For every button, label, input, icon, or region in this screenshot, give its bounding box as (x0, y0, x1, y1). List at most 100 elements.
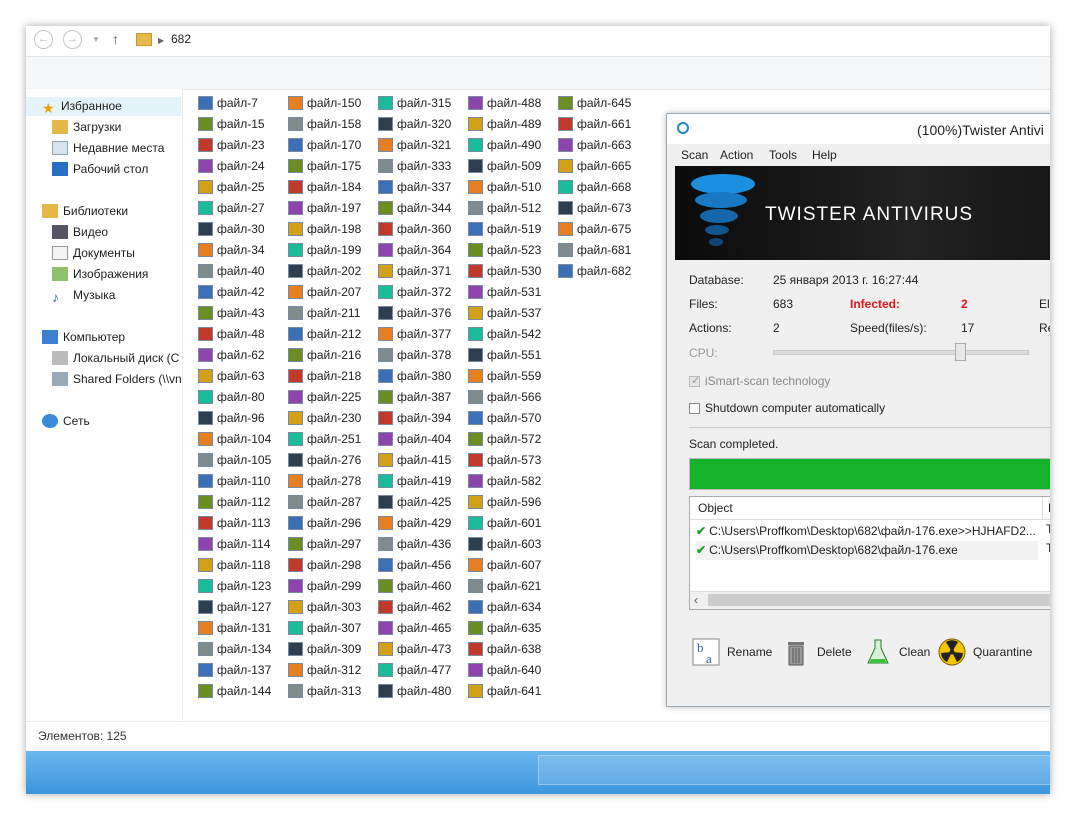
file-item[interactable]: файл-537 (468, 304, 541, 323)
file-item[interactable]: файл-640 (468, 661, 541, 680)
file-item[interactable]: файл-668 (558, 178, 631, 197)
breadcrumb-chevron-icon[interactable]: ▶ (158, 36, 164, 45)
file-item[interactable]: файл-315 (378, 94, 451, 113)
file-item[interactable]: файл-509 (468, 157, 541, 176)
file-item[interactable]: файл-682 (558, 262, 631, 281)
horizontal-scrollbar[interactable]: ‹ (690, 591, 1050, 609)
file-item[interactable]: файл-681 (558, 241, 631, 260)
file-item[interactable]: файл-473 (378, 640, 451, 659)
file-item[interactable]: файл-512 (468, 199, 541, 218)
file-item[interactable]: файл-15 (198, 115, 265, 134)
nav-desktop[interactable]: Рабочий стол (52, 160, 148, 179)
file-item[interactable]: файл-96 (198, 409, 265, 428)
file-item[interactable]: файл-425 (378, 493, 451, 512)
recent-locations-icon[interactable]: ▼ (92, 35, 100, 44)
file-item[interactable]: файл-665 (558, 157, 631, 176)
file-item[interactable]: файл-387 (378, 388, 451, 407)
file-item[interactable]: файл-251 (288, 430, 361, 449)
file-item[interactable]: файл-489 (468, 115, 541, 134)
file-item[interactable]: файл-394 (378, 409, 451, 428)
delete-button[interactable]: Delete (781, 637, 852, 673)
file-item[interactable]: файл-634 (468, 598, 541, 617)
file-item[interactable]: файл-48 (198, 325, 265, 344)
file-item[interactable]: файл-320 (378, 115, 451, 134)
file-item[interactable]: файл-490 (468, 136, 541, 155)
file-item[interactable]: файл-62 (198, 346, 265, 365)
file-item[interactable]: файл-287 (288, 493, 361, 512)
menu-help[interactable]: Help (812, 148, 837, 162)
file-item[interactable]: файл-23 (198, 136, 265, 155)
menu-tools[interactable]: Tools (769, 148, 797, 162)
file-item[interactable]: файл-523 (468, 241, 541, 260)
file-item[interactable]: файл-460 (378, 577, 451, 596)
file-item[interactable]: файл-225 (288, 388, 361, 407)
file-item[interactable]: файл-333 (378, 157, 451, 176)
file-item[interactable]: файл-144 (198, 682, 271, 701)
file-item[interactable]: файл-419 (378, 472, 451, 491)
menu-action[interactable]: Action (720, 148, 753, 162)
file-item[interactable]: файл-218 (288, 367, 361, 386)
file-item[interactable]: файл-436 (378, 535, 451, 554)
antivirus-titlebar[interactable]: (100%)Twister Antivi (667, 114, 1050, 144)
file-item[interactable]: файл-404 (378, 430, 451, 449)
file-item[interactable]: файл-7 (198, 94, 258, 113)
address-path[interactable]: 682 (171, 32, 191, 46)
file-item[interactable]: файл-645 (558, 94, 631, 113)
cpu-slider-track[interactable] (773, 350, 1029, 355)
file-item[interactable]: файл-510 (468, 178, 541, 197)
file-item[interactable]: файл-663 (558, 136, 631, 155)
column-separator[interactable] (1042, 497, 1043, 519)
quarantine-button[interactable]: Quarantine (937, 637, 1032, 673)
file-item[interactable]: файл-661 (558, 115, 631, 134)
file-item[interactable]: файл-134 (198, 640, 271, 659)
nav-music[interactable]: ♪ Музыка (52, 286, 115, 305)
file-item[interactable]: файл-43 (198, 304, 265, 323)
file-item[interactable]: файл-216 (288, 346, 361, 365)
file-item[interactable]: файл-582 (468, 472, 541, 491)
nav-libraries[interactable]: Библиотеки (42, 202, 128, 221)
rename-button[interactable]: b a Rename (691, 637, 772, 673)
file-item[interactable]: файл-137 (198, 661, 271, 680)
file-item[interactable]: файл-360 (378, 220, 451, 239)
file-item[interactable]: файл-80 (198, 388, 265, 407)
file-item[interactable]: файл-199 (288, 241, 361, 260)
file-item[interactable]: файл-312 (288, 661, 361, 680)
file-item[interactable]: файл-531 (468, 283, 541, 302)
column-second[interactable]: N (1048, 501, 1050, 515)
file-item[interactable]: файл-344 (378, 199, 451, 218)
file-item[interactable]: файл-376 (378, 304, 451, 323)
file-item[interactable]: файл-297 (288, 535, 361, 554)
file-item[interactable]: файл-372 (378, 283, 451, 302)
file-item[interactable]: файл-572 (468, 430, 541, 449)
file-item[interactable]: файл-621 (468, 577, 541, 596)
back-button[interactable]: ← (34, 30, 53, 49)
file-item[interactable]: файл-488 (468, 94, 541, 113)
file-item[interactable]: файл-519 (468, 220, 541, 239)
file-item[interactable]: файл-150 (288, 94, 361, 113)
file-item[interactable]: файл-158 (288, 115, 361, 134)
file-item[interactable]: файл-530 (468, 262, 541, 281)
file-item[interactable]: файл-380 (378, 367, 451, 386)
file-item[interactable]: файл-34 (198, 241, 265, 260)
file-item[interactable]: файл-175 (288, 157, 361, 176)
file-item[interactable]: файл-570 (468, 409, 541, 428)
file-item[interactable]: файл-465 (378, 619, 451, 638)
nav-network[interactable]: Сеть (42, 412, 90, 431)
shutdown-checkbox[interactable] (689, 403, 700, 414)
file-item[interactable]: файл-307 (288, 619, 361, 638)
file-item[interactable]: файл-601 (468, 514, 541, 533)
file-item[interactable]: файл-296 (288, 514, 361, 533)
file-item[interactable]: файл-105 (198, 451, 271, 470)
file-item[interactable]: файл-573 (468, 451, 541, 470)
nav-computer[interactable]: Компьютер (42, 328, 125, 347)
file-item[interactable]: файл-298 (288, 556, 361, 575)
file-item[interactable]: файл-378 (378, 346, 451, 365)
file-item[interactable]: файл-131 (198, 619, 271, 638)
column-object[interactable]: Object (698, 501, 733, 515)
file-item[interactable]: файл-276 (288, 451, 361, 470)
clean-button[interactable]: Clean (863, 637, 930, 673)
file-item[interactable]: файл-278 (288, 472, 361, 491)
nav-images[interactable]: Изображения (52, 265, 148, 284)
file-item[interactable]: файл-202 (288, 262, 361, 281)
file-item[interactable]: файл-603 (468, 535, 541, 554)
